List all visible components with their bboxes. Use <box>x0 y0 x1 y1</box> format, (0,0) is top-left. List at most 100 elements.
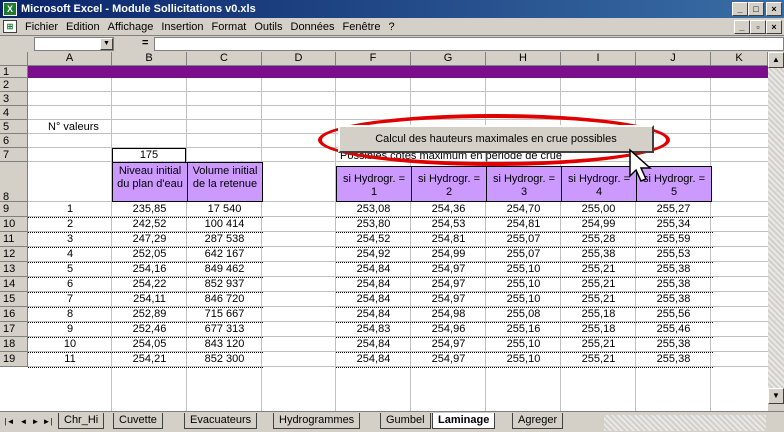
scroll-up-icon[interactable]: ▲ <box>768 52 784 68</box>
scroll-down-icon[interactable]: ▼ <box>768 388 784 404</box>
sheet-tab-chr-hi[interactable]: Chr_Hi <box>58 413 105 429</box>
row-header-19[interactable]: 19 <box>0 352 28 367</box>
right-cell[interactable]: 255,38 <box>636 292 711 307</box>
left-cell[interactable]: 254,05 <box>112 337 187 352</box>
right-cell[interactable]: 255,21 <box>561 292 636 307</box>
right-cell[interactable]: 254,97 <box>411 292 486 307</box>
right-cell[interactable]: 254,97 <box>411 352 486 367</box>
right-cell[interactable]: 255,38 <box>636 262 711 277</box>
column-header-d[interactable]: D <box>262 52 336 66</box>
sheet-tab-evacuateurs[interactable]: Evacuateurs <box>184 413 258 429</box>
left-cell[interactable]: 11 <box>28 352 112 367</box>
menu-affichage[interactable]: Affichage <box>104 21 158 33</box>
row-header-18[interactable]: 18 <box>0 337 28 352</box>
right-cell[interactable]: 255,07 <box>486 232 561 247</box>
row-header-6[interactable]: 6 <box>0 134 28 148</box>
left-cell[interactable]: 715 667 <box>187 307 262 322</box>
left-cell[interactable]: 252,05 <box>112 247 187 262</box>
left-cell[interactable]: 846 720 <box>187 292 262 307</box>
formula-input[interactable] <box>154 37 784 51</box>
row-header-7[interactable]: 7 <box>0 148 28 162</box>
right-cell[interactable]: 255,08 <box>486 307 561 322</box>
right-cell[interactable]: 253,08 <box>336 202 411 217</box>
column-header-h[interactable]: H <box>486 52 561 66</box>
right-cell[interactable]: 254,53 <box>411 217 486 232</box>
left-cell[interactable]: 849 462 <box>187 262 262 277</box>
row-header-10[interactable]: 10 <box>0 217 28 232</box>
row-header-2[interactable]: 2 <box>0 78 28 92</box>
left-cell[interactable]: 843 120 <box>187 337 262 352</box>
right-cell[interactable]: 255,56 <box>636 307 711 322</box>
sheet-tab-gumbel[interactable]: Gumbel <box>380 413 431 429</box>
excel-app-icon[interactable]: X <box>3 2 17 16</box>
left-cell[interactable]: 254,21 <box>112 352 187 367</box>
row-header-16[interactable]: 16 <box>0 307 28 322</box>
right-cell[interactable]: 254,97 <box>411 337 486 352</box>
left-cell[interactable]: 252,46 <box>112 322 187 337</box>
doc-minimize-button[interactable]: _ <box>734 20 750 34</box>
row-header-12[interactable]: 12 <box>0 247 28 262</box>
left-cell[interactable]: 2 <box>28 217 112 232</box>
column-header-c[interactable]: C <box>187 52 262 66</box>
right-cell[interactable]: 254,84 <box>336 352 411 367</box>
right-cell[interactable]: 254,97 <box>411 262 486 277</box>
doc-close-button[interactable]: × <box>766 20 782 34</box>
row-header-11[interactable]: 11 <box>0 232 28 247</box>
right-cell[interactable]: 255,18 <box>561 322 636 337</box>
right-cell[interactable]: 255,46 <box>636 322 711 337</box>
right-cell[interactable]: 255,21 <box>561 277 636 292</box>
doc-restore-button[interactable]: ▫ <box>750 20 766 34</box>
first-sheet-icon[interactable]: |◄ <box>4 415 15 429</box>
right-cell[interactable]: 254,84 <box>336 337 411 352</box>
row-header-1[interactable]: 1 <box>0 66 28 78</box>
left-cell[interactable]: 254,16 <box>112 262 187 277</box>
left-cell[interactable]: 287 538 <box>187 232 262 247</box>
right-cell[interactable]: 255,10 <box>486 277 561 292</box>
right-cell[interactable]: 255,38 <box>636 352 711 367</box>
left-cell[interactable]: 6 <box>28 277 112 292</box>
right-cell[interactable]: 254,84 <box>336 307 411 322</box>
spreadsheet-grid[interactable]: A B C D F G H I J K 1 2 3 4 5 6 7 8 9 10 11 12 13 14 15 16 17 18 19 N… <box>0 52 768 411</box>
nb-valeurs-value[interactable]: 175 <box>112 148 186 163</box>
right-cell[interactable]: 254,81 <box>411 232 486 247</box>
menu-help[interactable]: ? <box>384 21 398 33</box>
column-header-a[interactable]: A <box>28 52 112 66</box>
menu-insertion[interactable]: Insertion <box>157 21 207 33</box>
row-header-4[interactable]: 4 <box>0 106 28 120</box>
close-button[interactable]: × <box>766 2 782 16</box>
left-cell[interactable]: 252,89 <box>112 307 187 322</box>
column-header-j[interactable]: J <box>636 52 711 66</box>
right-cell[interactable]: 254,99 <box>411 247 486 262</box>
right-cell[interactable]: 254,99 <box>561 217 636 232</box>
right-cell[interactable]: 254,84 <box>336 292 411 307</box>
column-header-k[interactable]: K <box>711 52 768 66</box>
left-cell[interactable]: 9 <box>28 322 112 337</box>
right-cell[interactable]: 254,81 <box>486 217 561 232</box>
right-cell[interactable]: 255,53 <box>636 247 711 262</box>
right-cell[interactable]: 255,38 <box>636 277 711 292</box>
maximize-button[interactable]: □ <box>748 2 764 16</box>
column-header-g[interactable]: G <box>411 52 486 66</box>
vertical-scroll-track[interactable] <box>768 68 784 388</box>
sheet-tab-cuvette[interactable]: Cuvette <box>113 413 163 429</box>
right-cell[interactable]: 254,84 <box>336 262 411 277</box>
row-header-13[interactable]: 13 <box>0 262 28 277</box>
right-cell[interactable]: 255,10 <box>486 352 561 367</box>
right-cell[interactable]: 255,27 <box>636 202 711 217</box>
menu-edition[interactable]: Edition <box>62 21 104 33</box>
menu-outils[interactable]: Outils <box>250 21 286 33</box>
document-icon[interactable]: ⊞ <box>3 20 17 33</box>
left-cell[interactable]: 5 <box>28 262 112 277</box>
column-header-b[interactable]: B <box>112 52 187 66</box>
row-header-9[interactable]: 9 <box>0 202 28 217</box>
right-cell[interactable]: 255,07 <box>486 247 561 262</box>
right-cell[interactable]: 255,21 <box>561 337 636 352</box>
right-cell[interactable]: 254,70 <box>486 202 561 217</box>
left-cell[interactable]: 100 414 <box>187 217 262 232</box>
left-cell[interactable]: 247,29 <box>112 232 187 247</box>
right-cell[interactable]: 255,34 <box>636 217 711 232</box>
right-cell[interactable]: 255,38 <box>636 337 711 352</box>
left-cell[interactable]: 7 <box>28 292 112 307</box>
row-header-17[interactable]: 17 <box>0 322 28 337</box>
right-cell[interactable]: 255,59 <box>636 232 711 247</box>
